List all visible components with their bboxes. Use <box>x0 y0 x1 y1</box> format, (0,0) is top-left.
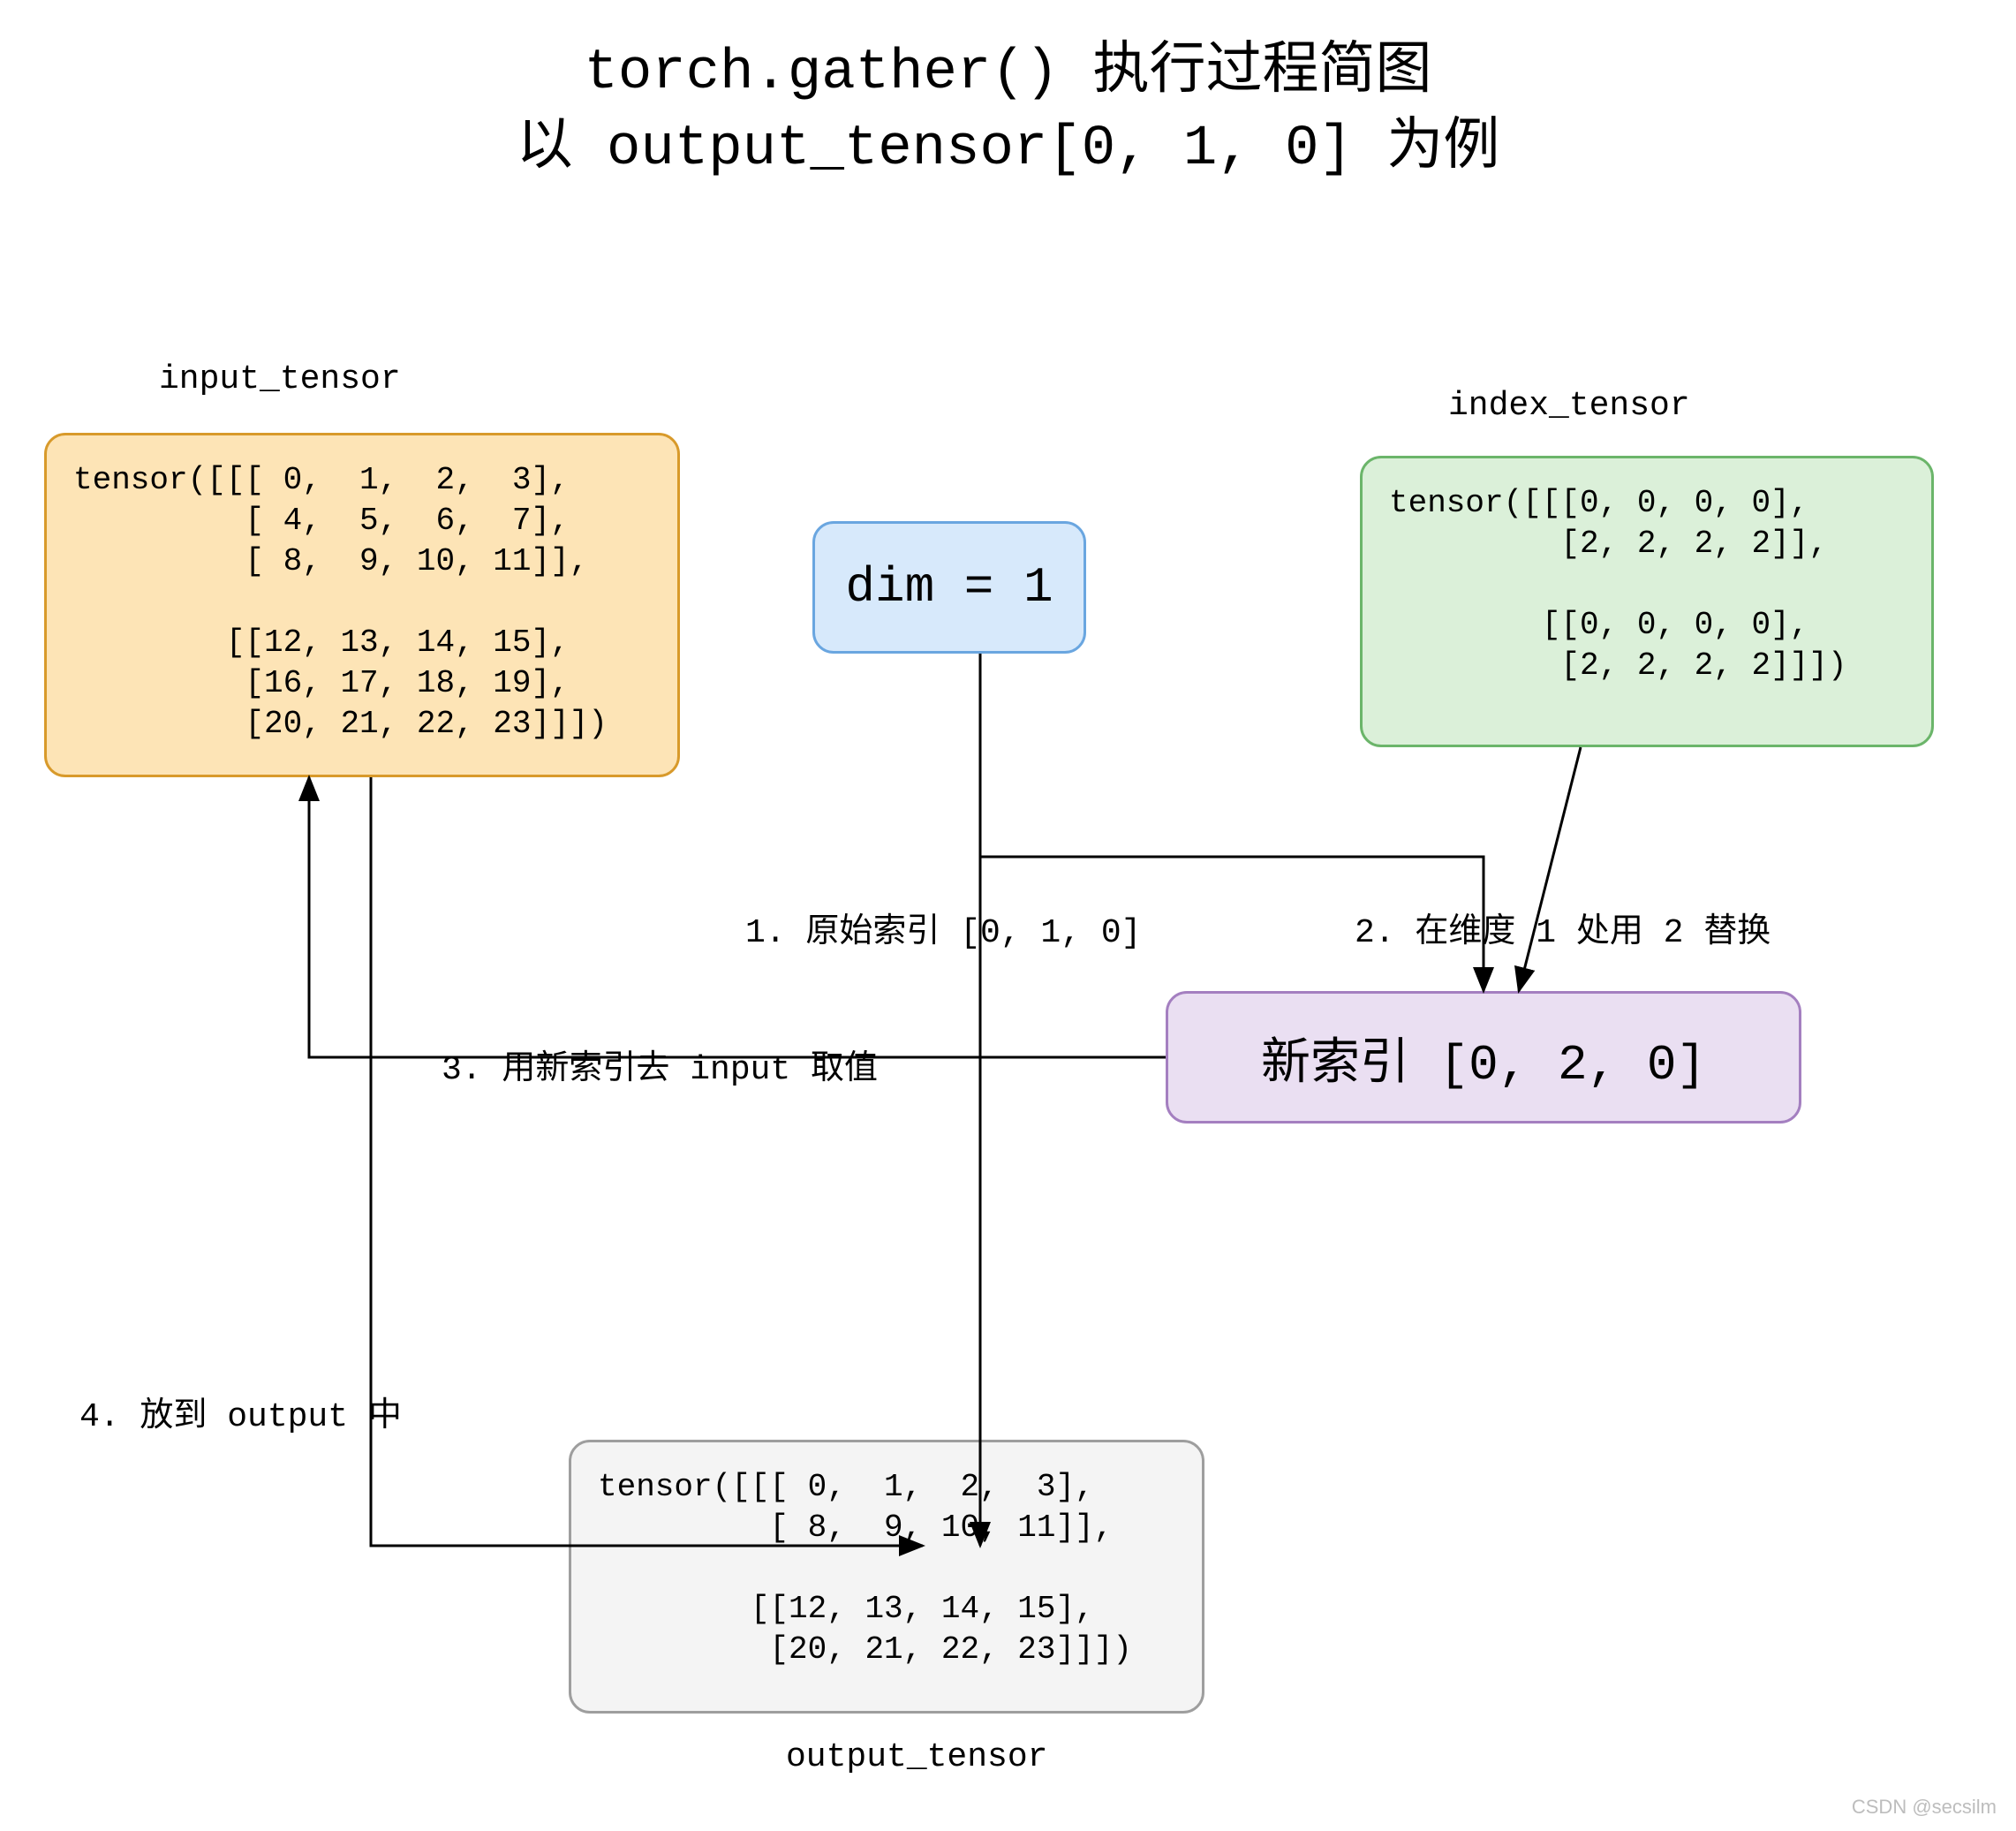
watermark: CSDN @secsilm <box>1852 1796 1997 1819</box>
arrow-input-to-output <box>371 777 923 1546</box>
step-3-label: 3. 用新索引去 input 取值 <box>442 1040 878 1089</box>
new-index-text: 新索引 [0, 2, 0] <box>1261 1022 1706 1093</box>
arrow-index-to-newindex <box>1519 747 1581 991</box>
title-line-1: torch.gather() 执行过程简图 <box>584 42 1431 105</box>
index-tensor-label: index_tensor <box>1448 387 1690 425</box>
step-2-label: 2. 在维度 1 处用 2 替换 <box>1355 903 1771 952</box>
diagram-title: torch.gather() 执行过程简图 以 output_tensor[0,… <box>0 35 2016 188</box>
step-1-label: 1. 原始索引 [0, 1, 0] <box>745 903 1141 952</box>
step-4-label: 4. 放到 output 中 <box>79 1387 402 1436</box>
diagram-canvas: torch.gather() 执行过程简图 以 output_tensor[0,… <box>0 0 2016 1831</box>
output-tensor-text: tensor([[[ 0, 1, 2, 3], [ 8, 9, 10, 11]]… <box>598 1467 1175 1670</box>
input-tensor-label: input_tensor <box>159 360 401 398</box>
title-line-2: 以 output_tensor[0, 1, 0] 为例 <box>517 117 1500 181</box>
new-index-box: 新索引 [0, 2, 0] <box>1166 991 1801 1124</box>
dim-text: dim = 1 <box>845 559 1053 616</box>
input-tensor-text: tensor([[[ 0, 1, 2, 3], [ 4, 5, 6, 7], [… <box>73 460 651 745</box>
output-tensor-label: output_tensor <box>786 1738 1047 1776</box>
dim-box: dim = 1 <box>812 521 1086 654</box>
index-tensor-box: tensor([[[0, 0, 0, 0], [2, 2, 2, 2]], [[… <box>1360 456 1934 747</box>
input-tensor-box: tensor([[[ 0, 1, 2, 3], [ 4, 5, 6, 7], [… <box>44 433 680 777</box>
index-tensor-text: tensor([[[0, 0, 0, 0], [2, 2, 2, 2]], [[… <box>1389 483 1905 686</box>
output-tensor-box: tensor([[[ 0, 1, 2, 3], [ 8, 9, 10, 11]]… <box>569 1440 1204 1714</box>
